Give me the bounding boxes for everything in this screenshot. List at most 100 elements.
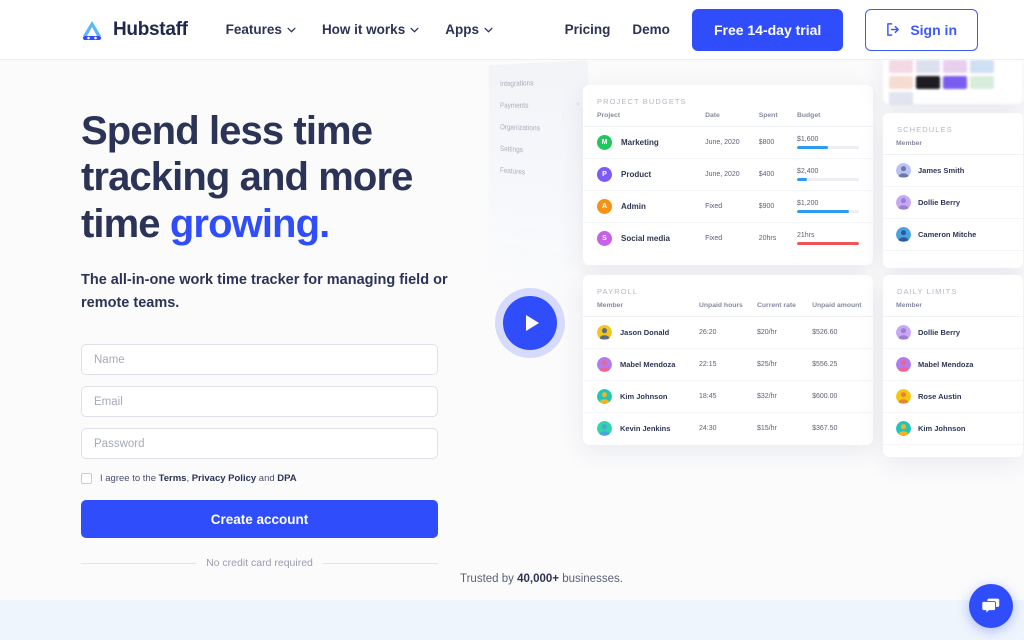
list-item[interactable]: Dollie Berry	[883, 317, 1023, 349]
project-avatar: S	[597, 231, 612, 246]
cell-spent: 20hrs	[758, 235, 777, 242]
project-name: Social media	[621, 234, 670, 243]
list-item[interactable]: Kim Johnson	[883, 413, 1023, 445]
daily-limits-panel: DAILY LIMITS Member Dollie Berry Mabel Me…	[883, 275, 1023, 457]
table-row[interactable]: Kevin Jenkins 24:30 $15/hr $367.50	[583, 413, 873, 445]
sign-in-button[interactable]: Sign in	[865, 8, 978, 51]
terms-link[interactable]: Terms	[159, 473, 187, 484]
project-avatar: M	[597, 135, 612, 150]
cell-date: Fixed	[705, 235, 723, 242]
table-row[interactable]: Kim Johnson 18:45 $32/hr $600.00	[583, 380, 873, 413]
nav-item-apps[interactable]: Apps	[445, 22, 493, 37]
cell-project: M Marketing	[583, 126, 706, 159]
nav-item-how-it-works[interactable]: How it works	[322, 22, 419, 37]
budget-progress-fill	[796, 210, 850, 213]
cell-project: A Admin	[583, 190, 706, 223]
budget-progress-track	[796, 210, 859, 213]
cell-project: P Product	[583, 158, 706, 191]
nav-link-demo[interactable]: Demo	[632, 22, 670, 37]
dpa-link[interactable]: DPA	[277, 473, 296, 484]
avatar	[597, 389, 612, 404]
product-screenshot-mockup: Integrations Payments ‹ Organizations Se…	[455, 60, 1024, 540]
sign-in-label: Sign in	[910, 21, 957, 38]
play-video-button[interactable]	[495, 288, 565, 358]
create-account-button[interactable]: Create account	[81, 500, 438, 539]
nav-link-pricing[interactable]: Pricing	[565, 22, 611, 37]
schedules-column-member: Member	[883, 134, 1023, 155]
email-input[interactable]	[81, 386, 438, 418]
nav-label: How it works	[321, 22, 406, 37]
list-item[interactable]: James Smith	[883, 155, 1023, 187]
col-current-rate: Current rate	[757, 302, 813, 317]
cell-unpaid-amount: $600.00	[812, 380, 873, 413]
mockup-sidebar: Integrations Payments ‹ Organizations Se…	[488, 60, 588, 320]
mockup-sidebar-item-organizations[interactable]: Organizations	[500, 122, 540, 132]
thumbnail-item	[943, 60, 967, 73]
thumbnail-item	[916, 60, 940, 73]
cell-project: S Social media	[583, 223, 705, 255]
nav-item-features[interactable]: Features	[226, 22, 296, 37]
budget-progress-track	[796, 242, 859, 245]
agree-checkbox[interactable]	[81, 473, 92, 485]
budget-value: $2,400	[796, 168, 819, 176]
play-triangle	[525, 315, 539, 331]
cell-current-rate: $20/hr	[757, 316, 813, 349]
list-item[interactable]: Mabel Mendoza	[883, 349, 1023, 381]
payroll-panel: PAYROLL Member Unpaid hours Current rate…	[583, 275, 873, 445]
nav-label: Apps	[445, 22, 479, 37]
cell-spent: $800	[758, 126, 797, 159]
mockup-sidebar-item-settings[interactable]: Settings	[500, 144, 523, 154]
table-header-row: Project Date Spent Budget	[583, 112, 873, 127]
cell-budget: $2,400	[796, 158, 873, 191]
sidebar-item-label: Payments	[500, 100, 529, 110]
thumbnail-item	[916, 76, 940, 89]
budget-progress-track	[796, 178, 859, 181]
cell-spent: $400	[758, 158, 797, 191]
cell-unpaid-hours: 24:30	[699, 425, 717, 432]
member-name: James Smith	[918, 166, 965, 175]
cell-member: Jason Donald	[583, 316, 699, 349]
daily-limits-title: DAILY LIMITS	[897, 287, 958, 296]
table-row[interactable]: M Marketing June, 2020 $800 $1,600	[583, 126, 873, 159]
free-trial-button[interactable]: Free 14-day trial	[691, 8, 844, 51]
table-row[interactable]: Mabel Mendoza 22:15 $25/hr $556.25	[583, 348, 873, 381]
table-row[interactable]: Jason Donald 26:20 $20/hr $526.60	[583, 316, 873, 349]
list-item[interactable]: Cameron Mitche	[883, 219, 1023, 251]
chat-widget-button[interactable]	[969, 584, 1013, 628]
table-row[interactable]: S Social media Fixed 20hrs 21hrs	[583, 223, 873, 255]
privacy-policy-link[interactable]: Privacy Policy	[192, 473, 256, 484]
cell-date: June, 2020	[705, 126, 759, 159]
mockup-sidebar-item-features[interactable]: Features	[500, 165, 525, 176]
avatar	[597, 357, 612, 372]
cell-member: Mabel Mendoza	[583, 348, 699, 381]
budget-progress-fill	[796, 242, 859, 245]
sidebar-item-label: Organizations	[500, 122, 541, 133]
trusted-by-section: Trusted by 40,000+ businesses. GROUPON K…	[460, 573, 980, 600]
cell-unpaid-amount: $526.60	[812, 316, 873, 349]
col-spent: Spent	[758, 112, 797, 127]
cell-current-rate: $25/hr	[757, 348, 813, 381]
table-row[interactable]: P Product June, 2020 $400 $2,400	[583, 158, 873, 191]
nav-label: Features	[225, 22, 282, 37]
cell-member: Kim Johnson	[583, 380, 699, 413]
name-input[interactable]	[81, 344, 438, 376]
hubstaff-logo[interactable]: Hubstaff	[80, 18, 188, 42]
budget-value: 21hrs	[796, 232, 815, 240]
headline-accent: growing.	[169, 201, 330, 246]
list-item[interactable]: Rose Austin	[883, 381, 1023, 413]
mockup-sidebar-item-integrations[interactable]: Integrations	[500, 78, 534, 88]
table-row[interactable]: A Admin Fixed $900 $1,200	[583, 190, 873, 223]
budget-value: $1,600	[796, 136, 819, 144]
daily-limits-column-member: Member	[883, 296, 1023, 317]
col-budget: Budget	[796, 112, 873, 127]
project-name: Admin	[621, 202, 646, 211]
cell-unpaid-hours: 18:45	[699, 380, 757, 413]
cell-date: June, 2020	[705, 158, 759, 191]
project-budgets-panel: PROJECT BUDGETS Project Date Spent Budge…	[583, 85, 873, 265]
avatar	[896, 195, 911, 210]
password-input[interactable]	[81, 428, 438, 460]
thumbnails-panel	[883, 60, 1023, 105]
list-item[interactable]: Dollie Berry	[883, 187, 1023, 219]
mockup-sidebar-item-payments[interactable]: Payments	[500, 100, 528, 109]
cell-budget: 21hrs	[796, 223, 873, 255]
